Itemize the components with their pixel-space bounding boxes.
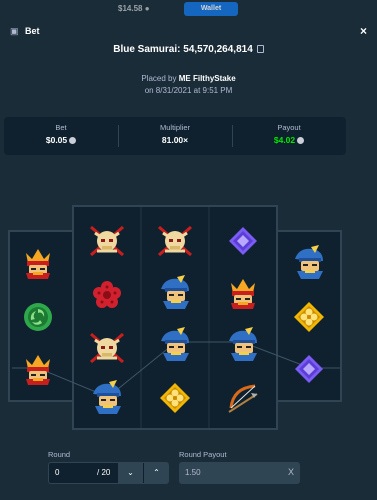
golden-skull-icon bbox=[87, 328, 127, 368]
coin-icon bbox=[69, 137, 77, 144]
game-title-text: Blue Samurai: 54,570,264,814 bbox=[113, 44, 253, 55]
bet-stats: Bet $0.05 Multiplier 81.00× Payout $4.02 bbox=[4, 117, 346, 155]
stat-payout: Payout $4.02 bbox=[232, 117, 346, 155]
round-total: / 20 bbox=[97, 468, 111, 477]
chevron-up-icon: ⌃ bbox=[153, 468, 160, 477]
gold-coin-icon bbox=[289, 297, 329, 337]
bet-label: Bet bbox=[55, 123, 67, 132]
round-payout-field: 1.50 X bbox=[179, 462, 300, 484]
round-payout-label: Round Payout bbox=[179, 450, 227, 459]
modal-title: Bet bbox=[25, 26, 40, 36]
blue-samurai-icon bbox=[155, 273, 195, 313]
purple-gem-icon bbox=[223, 221, 263, 261]
payout-value: $4.02 bbox=[232, 135, 346, 145]
purple-gem-icon bbox=[289, 349, 329, 389]
ticket-icon: ▣ bbox=[10, 25, 19, 36]
chevron-down-icon: ⌄ bbox=[127, 468, 134, 477]
blue-samurai-icon bbox=[223, 325, 263, 365]
round-up-button[interactable]: ⌃ bbox=[144, 462, 169, 484]
blue-samurai-icon bbox=[289, 243, 329, 283]
placed-date: on 8/31/2021 at 9:51 PM bbox=[144, 86, 233, 95]
round-label: Round bbox=[48, 450, 71, 459]
red-samurai-icon bbox=[18, 243, 58, 283]
bet-value: $0.05 bbox=[4, 135, 118, 145]
close-button[interactable]: × bbox=[360, 24, 367, 38]
golden-skull-icon bbox=[155, 221, 195, 261]
red-flower-icon bbox=[87, 275, 127, 315]
stat-multiplier: Multiplier 81.00× bbox=[118, 117, 232, 155]
gold-coin-icon bbox=[155, 378, 195, 418]
multiplier-value: 81.00× bbox=[161, 135, 189, 145]
player-name[interactable]: ME FilthyStake bbox=[179, 74, 236, 83]
top-bar: $14.58 ● Wallet bbox=[0, 0, 377, 18]
green-spiral-icon bbox=[18, 297, 58, 337]
golden-skull-icon bbox=[87, 221, 127, 261]
bow-icon bbox=[223, 378, 263, 418]
blue-samurai-icon bbox=[155, 325, 195, 365]
placed-prefix: Placed by bbox=[141, 74, 177, 83]
game-title: Blue Samurai: 54,570,264,814 bbox=[0, 44, 377, 55]
clear-icon[interactable]: X bbox=[288, 467, 294, 477]
stat-bet: Bet $0.05 bbox=[4, 117, 118, 155]
payout-label: Payout bbox=[277, 123, 301, 132]
balance-display: $14.58 ● bbox=[118, 4, 150, 13]
multiplier-label: Multiplier bbox=[159, 123, 190, 132]
placed-info: Placed by ME FilthyStake on 8/31/2021 at… bbox=[0, 73, 377, 97]
copy-icon[interactable] bbox=[256, 45, 264, 53]
round-payout-value: 1.50 bbox=[185, 468, 201, 477]
blue-samurai-icon bbox=[87, 378, 127, 418]
coin-icon bbox=[297, 137, 305, 144]
round-value: 0 bbox=[55, 468, 60, 477]
red-samurai-icon bbox=[223, 273, 263, 313]
round-down-button[interactable]: ⌄ bbox=[118, 462, 143, 484]
wallet-button[interactable]: Wallet bbox=[184, 2, 238, 16]
red-samurai-icon bbox=[18, 349, 58, 389]
modal-header: ▣ Bet × bbox=[0, 18, 377, 44]
